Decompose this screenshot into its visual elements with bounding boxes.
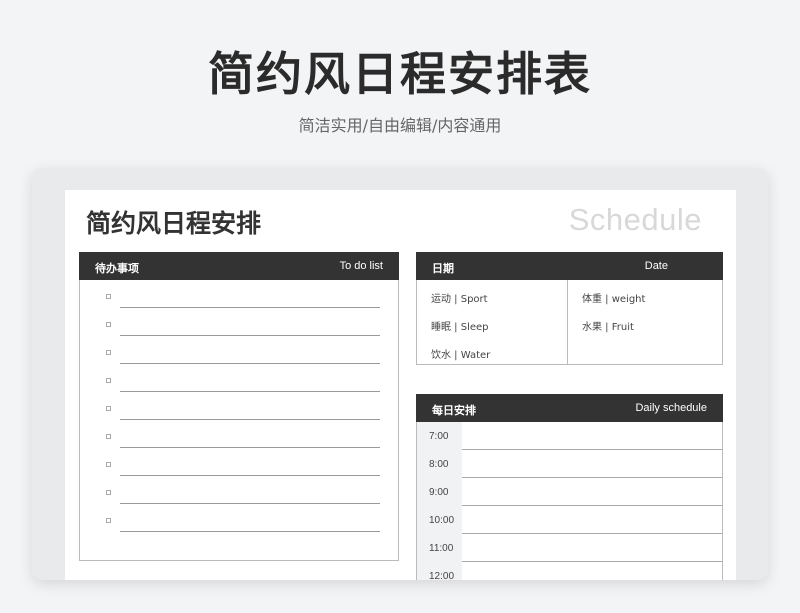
time-label: 10:00 xyxy=(429,515,455,526)
daily-title-cn: 每日安排 xyxy=(432,404,476,417)
schedule-row[interactable]: 7:00 xyxy=(417,422,722,450)
page-title: 简约风日程安排表 xyxy=(208,47,592,101)
schedule-row[interactable]: 8:00 xyxy=(417,450,722,478)
todo-item[interactable] xyxy=(80,504,398,532)
todo-title-en: To do list xyxy=(339,260,383,272)
checkbox-icon[interactable] xyxy=(106,378,111,383)
checkbox-icon[interactable] xyxy=(106,518,111,523)
checkbox-icon[interactable] xyxy=(106,350,111,355)
stat-fruit[interactable]: 水果 | Fruit xyxy=(582,318,634,333)
todo-list xyxy=(79,280,399,561)
checkbox-icon[interactable] xyxy=(106,294,111,299)
todo-item[interactable] xyxy=(80,448,398,476)
todo-item[interactable] xyxy=(80,364,398,392)
date-header: 日期 Date xyxy=(416,252,723,280)
todo-item[interactable] xyxy=(80,336,398,364)
time-label: 8:00 xyxy=(429,459,449,470)
daily-schedule-header: 每日安排 Daily schedule xyxy=(416,394,723,422)
todo-item-line[interactable] xyxy=(120,531,380,532)
preview-card: 简约风日程安排 Schedule 待办事项 To do list 日期 Date… xyxy=(32,168,768,580)
todo-item[interactable] xyxy=(80,280,398,308)
stats-divider xyxy=(567,280,568,364)
schedule-sheet: 简约风日程安排 Schedule 待办事项 To do list 日期 Date… xyxy=(65,190,736,580)
schedule-row[interactable]: 11:00 xyxy=(417,534,722,562)
stat-sleep[interactable]: 睡眠 | Sleep xyxy=(431,318,489,333)
date-title-cn: 日期 xyxy=(432,262,454,275)
time-label: 7:00 xyxy=(429,431,449,442)
checkbox-icon[interactable] xyxy=(106,322,111,327)
time-label: 9:00 xyxy=(429,487,449,498)
daily-title-en: Daily schedule xyxy=(635,402,707,414)
sheet-watermark: Schedule xyxy=(568,202,702,237)
todo-item[interactable] xyxy=(80,420,398,448)
schedule-row[interactable]: 10:00 xyxy=(417,506,722,534)
date-title-en: Date xyxy=(644,260,668,272)
time-label: 12:00 xyxy=(429,571,455,580)
sheet-title: 简约风日程安排 xyxy=(86,209,262,238)
page-subtitle: 简洁实用/自由编辑/内容通用 xyxy=(298,116,502,135)
daily-schedule: 7:00 8:00 9:00 10:00 11:00 12:00 xyxy=(416,422,723,580)
time-label: 11:00 xyxy=(429,543,454,554)
stat-sport[interactable]: 运动 | Sport xyxy=(431,290,488,305)
todo-header: 待办事项 To do list xyxy=(79,252,399,280)
checkbox-icon[interactable] xyxy=(106,406,111,411)
checkbox-icon[interactable] xyxy=(106,490,111,495)
checkbox-icon[interactable] xyxy=(106,462,111,467)
schedule-row[interactable]: 9:00 xyxy=(417,478,722,506)
todo-item[interactable] xyxy=(80,392,398,420)
stat-water[interactable]: 饮水 | Water xyxy=(431,346,490,361)
checkbox-icon[interactable] xyxy=(106,434,111,439)
stat-weight[interactable]: 体重 | weight xyxy=(582,290,645,305)
todo-item[interactable] xyxy=(80,476,398,504)
schedule-row[interactable]: 12:00 xyxy=(417,562,722,580)
todo-item[interactable] xyxy=(80,308,398,336)
todo-title-cn: 待办事项 xyxy=(95,262,139,275)
daily-stats: 运动 | Sport 睡眠 | Sleep 饮水 | Water 体重 | we… xyxy=(416,280,723,365)
